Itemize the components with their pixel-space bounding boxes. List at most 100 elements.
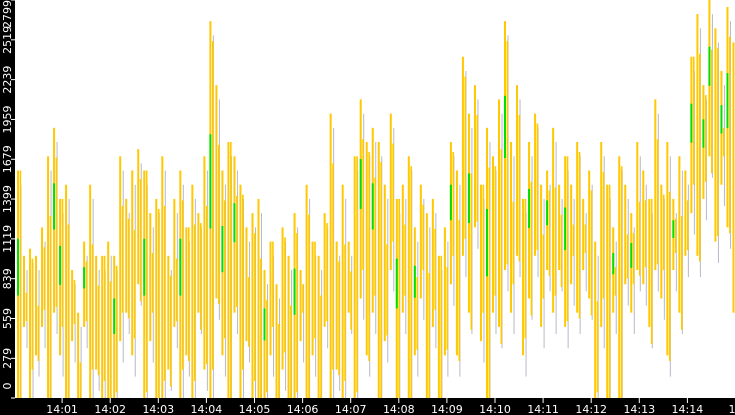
- range-bar: [35, 255, 38, 356]
- highlight-bar-segment: [485, 208, 488, 277]
- range-bar: [350, 271, 352, 330]
- range-bar: [377, 142, 380, 398]
- x-tick-label: 14:02: [94, 403, 126, 415]
- range-bar: [338, 261, 340, 376]
- range-bar: [542, 234, 545, 299]
- range-bar: [173, 198, 176, 327]
- range-bar: [684, 170, 687, 256]
- range-bar: [77, 312, 80, 398]
- range-bar: [491, 156, 494, 313]
- range-bar: [79, 362, 82, 398]
- range-bar: [326, 223, 328, 322]
- range-bar: [281, 227, 284, 370]
- range-bar: [674, 218, 677, 253]
- highlight-bar-segment: [293, 268, 296, 315]
- range-bar: [67, 224, 70, 398]
- range-bar: [636, 142, 639, 271]
- range-bar: [278, 324, 280, 398]
- x-tick-label: 14:01: [46, 403, 78, 415]
- range-bar: [476, 115, 479, 222]
- range-bar: [299, 270, 302, 342]
- range-bar: [434, 228, 437, 310]
- range-bar: [440, 255, 443, 398]
- range-bar: [145, 170, 148, 393]
- range-bar: [723, 127, 725, 157]
- range-bar: [65, 184, 68, 398]
- range-bar: [275, 284, 278, 398]
- range-bar: [554, 187, 557, 296]
- range-bar: [203, 156, 206, 370]
- range-bar: [205, 206, 208, 364]
- range-bar: [115, 265, 118, 393]
- range-bar: [437, 255, 440, 398]
- range-bar: [269, 241, 272, 356]
- highlight-bar-segment: [17, 238, 19, 296]
- x-tick-label: 14:10: [479, 403, 511, 415]
- range-bar: [155, 198, 158, 398]
- range-bar: [133, 230, 136, 339]
- range-bar: [540, 184, 543, 327]
- highlight-bar-segment: [113, 298, 116, 335]
- range-bar: [353, 156, 356, 398]
- range-bar: [55, 157, 58, 307]
- highlight-bar-segment: [221, 225, 224, 273]
- y-tick-label: 279: [1, 348, 14, 369]
- range-bar: [576, 142, 579, 313]
- range-bar: [686, 200, 689, 251]
- highlight-bar-segment: [179, 238, 182, 296]
- range-bar: [479, 184, 482, 342]
- range-bar: [482, 184, 485, 313]
- range-bar: [656, 139, 659, 265]
- range-bar: [97, 285, 100, 376]
- range-bar: [272, 241, 274, 327]
- range-bar: [323, 213, 326, 327]
- range-bar: [245, 227, 248, 342]
- range-bar: [614, 267, 617, 296]
- range-bar: [638, 201, 641, 276]
- y-tick-label: 2799: [1, 0, 14, 28]
- range-bar: [425, 213, 428, 398]
- range-bar: [199, 223, 202, 330]
- range-bar: [642, 170, 645, 285]
- range-bar: [374, 177, 376, 296]
- range-bar: [711, 49, 713, 174]
- highlight-bar-segment: [564, 207, 567, 251]
- range-bar: [191, 184, 194, 398]
- range-bar: [320, 295, 322, 398]
- range-bar: [37, 305, 40, 362]
- highlight-bar-segment: [83, 267, 86, 289]
- range-bar: [500, 149, 503, 344]
- range-bar: [404, 224, 406, 296]
- range-bar: [606, 184, 609, 398]
- range-bar: [600, 142, 603, 327]
- range-bar: [632, 233, 635, 285]
- range-bar: [578, 152, 581, 319]
- range-bar: [311, 241, 314, 356]
- range-bar: [242, 194, 244, 370]
- range-bar: [620, 166, 623, 398]
- range-bar: [95, 255, 98, 370]
- range-bar: [680, 215, 683, 330]
- range-bar: [149, 213, 152, 342]
- range-bar: [570, 184, 573, 285]
- range-bar: [317, 255, 320, 398]
- range-bar: [47, 156, 50, 398]
- y-tick-label: 1399: [1, 185, 14, 213]
- range-bar: [389, 113, 392, 271]
- range-bar: [410, 166, 413, 398]
- highlight-bar-segment: [53, 183, 56, 230]
- range-bar: [608, 184, 611, 398]
- highlight-bar-segment: [467, 173, 470, 224]
- range-bar: [167, 255, 170, 370]
- range-bar: [290, 305, 292, 398]
- y-tick-label: 2239: [1, 66, 14, 94]
- range-bar: [25, 292, 28, 322]
- range-bar: [588, 170, 591, 299]
- range-bar: [662, 194, 665, 271]
- range-bar: [470, 173, 473, 330]
- range-bar: [488, 167, 491, 398]
- range-bar: [696, 14, 699, 256]
- range-bar: [446, 267, 449, 350]
- range-bar: [668, 191, 671, 362]
- range-bar: [626, 234, 629, 279]
